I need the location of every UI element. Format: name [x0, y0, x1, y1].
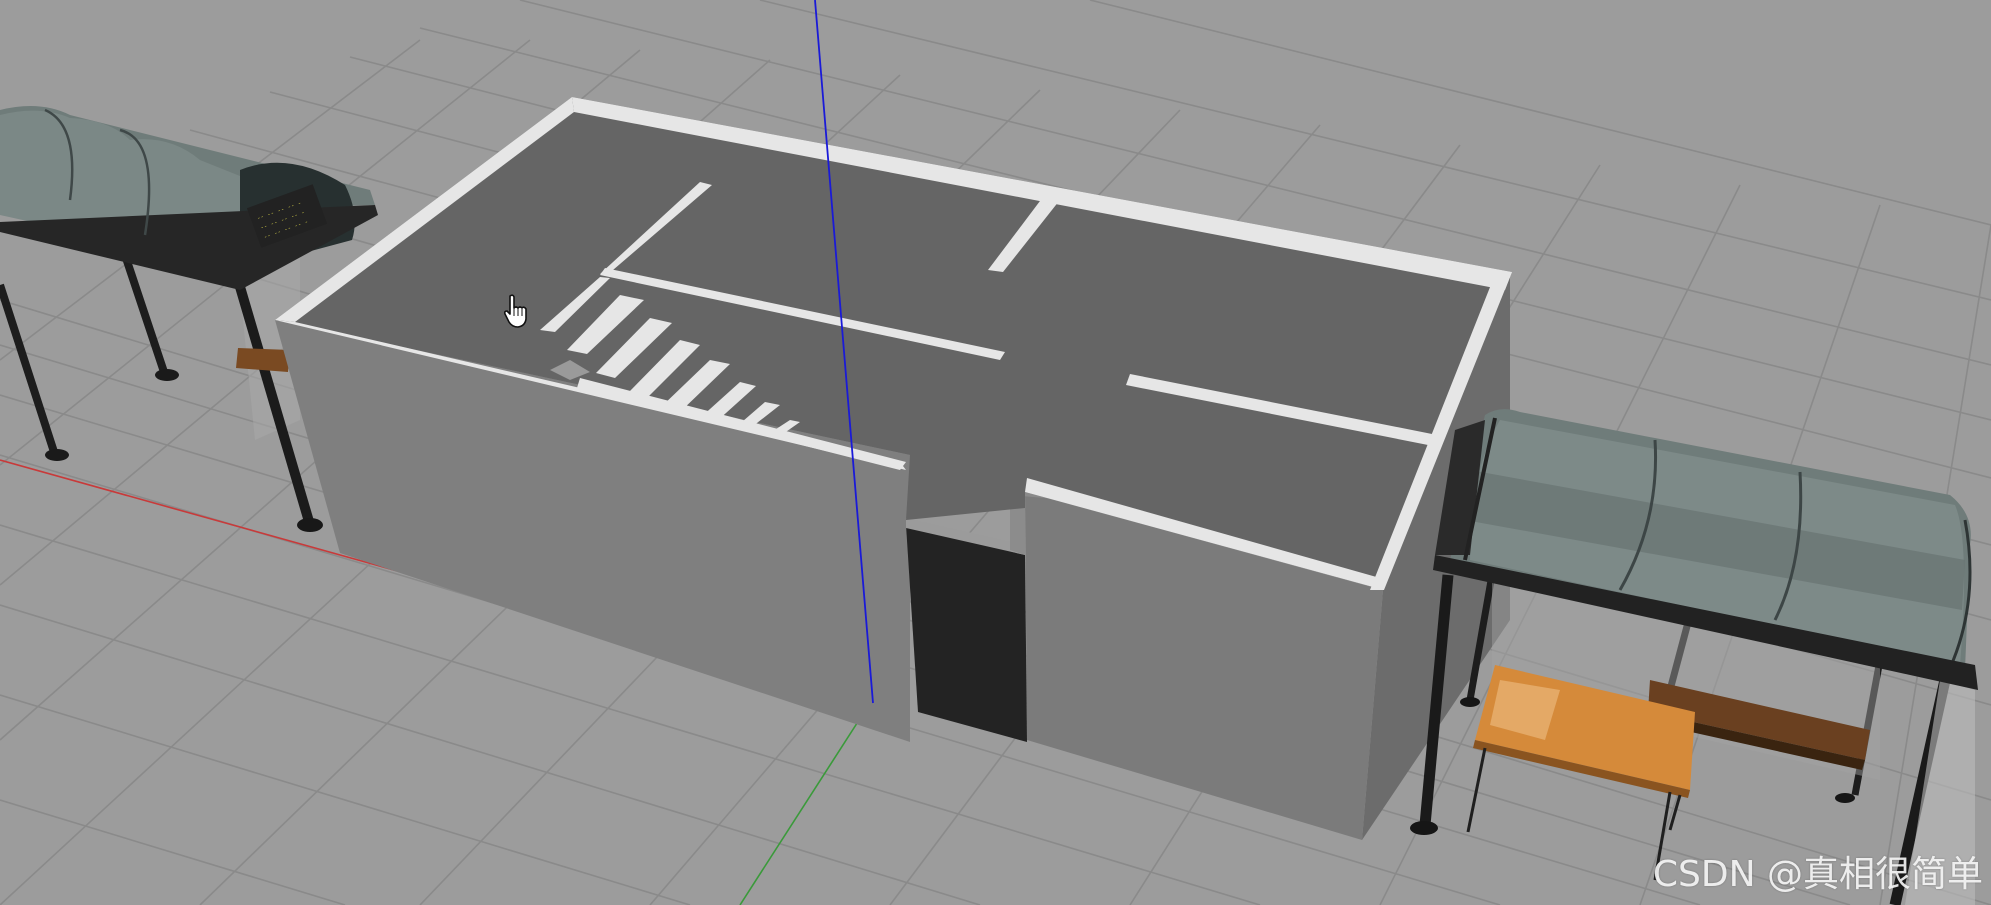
doorway: [906, 525, 1027, 742]
3d-viewport[interactable]: -- -- -- -- - -- -- -- -- - -- -- -- -- …: [0, 0, 1991, 905]
scene-canvas[interactable]: -- -- -- -- - -- -- -- -- - -- -- -- -- …: [0, 0, 1991, 905]
watermark-text: CSDN @真相很简单: [1652, 854, 1983, 895]
hand-pointer-icon: [503, 294, 527, 328]
